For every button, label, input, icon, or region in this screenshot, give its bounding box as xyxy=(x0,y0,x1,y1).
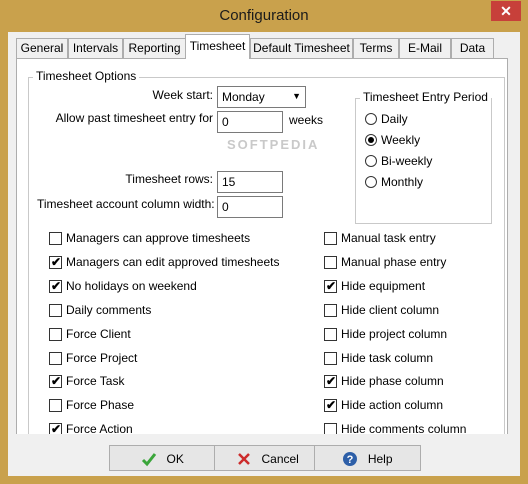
checkbox[interactable] xyxy=(324,327,337,341)
checkbox[interactable]: ✔ xyxy=(324,278,337,293)
checkbox[interactable] xyxy=(49,399,62,413)
check-icon: ✔ xyxy=(326,374,337,389)
radio-label: Weekly xyxy=(381,133,421,147)
ok-label: OK xyxy=(166,451,184,466)
svg-text:?: ? xyxy=(347,454,354,466)
checkbox[interactable]: ✔ xyxy=(49,374,62,389)
radio-label: Daily xyxy=(381,112,408,126)
allow-past-label: Allow past timesheet entry for xyxy=(55,111,213,125)
check-icon: ✔ xyxy=(326,278,337,293)
radio-circle[interactable] xyxy=(365,155,377,167)
checkbox[interactable] xyxy=(49,232,62,245)
chevron-down-icon: ▼ xyxy=(292,91,301,101)
timesheet-panel: Timesheet Options SOFTPEDIA Week start: … xyxy=(16,58,508,452)
checkbox-label: No holidays on weekend xyxy=(66,278,197,293)
checkbox[interactable]: ✔ xyxy=(49,254,62,269)
configuration-window: Configuration ✕ General Intervals Report… xyxy=(0,0,528,484)
radio-circle[interactable] xyxy=(365,134,377,146)
checkbox[interactable] xyxy=(324,255,337,269)
checkbox[interactable] xyxy=(324,351,337,365)
window-title: Configuration xyxy=(219,7,309,24)
tab-general[interactable]: General xyxy=(16,38,68,58)
checkbox-label: Managers can approve timesheets xyxy=(66,231,251,245)
checkbox[interactable] xyxy=(49,327,62,341)
checkbox-label: Force Task xyxy=(66,374,125,389)
allow-past-weeks-input[interactable]: 0 xyxy=(217,111,283,133)
checkmark-icon xyxy=(142,452,157,467)
check-icon: ✔ xyxy=(51,278,62,293)
account-width-label: Timesheet account column width: xyxy=(37,197,215,211)
timesheet-rows-label: Timesheet rows: xyxy=(125,172,213,186)
cancel-label: Cancel xyxy=(261,451,299,466)
radio-label: Bi-weekly xyxy=(381,154,433,168)
checkbox[interactable] xyxy=(324,232,337,245)
dialog-client: General Intervals Reporting Timesheet De… xyxy=(8,32,520,476)
checkbox[interactable]: ✔ xyxy=(324,398,337,413)
radio-label: Monthly xyxy=(381,175,424,189)
checkbox-label: Manual phase entry xyxy=(341,254,447,269)
checkbox-label: Hide equipment xyxy=(341,278,426,293)
checkbox-label: Force Phase xyxy=(66,398,135,413)
checkbox-label: Hide client column xyxy=(341,302,440,317)
checkbox[interactable]: ✔ xyxy=(324,374,337,389)
check-icon: ✔ xyxy=(326,398,337,413)
radio-circle[interactable] xyxy=(365,176,377,188)
close-button[interactable]: ✕ xyxy=(491,1,521,21)
checkbox-label: Hide action column xyxy=(341,398,444,413)
week-start-select[interactable]: Monday ▼ xyxy=(217,86,306,108)
checkbox-label: Force Project xyxy=(66,350,138,365)
checkbox-label: Hide project column xyxy=(341,326,448,341)
tab-terms[interactable]: Terms xyxy=(353,38,399,58)
ok-button[interactable]: OK xyxy=(109,445,216,471)
checkbox-label: Manual task entry xyxy=(341,231,436,245)
checkbox[interactable] xyxy=(49,351,62,365)
checkbox-label: Force Client xyxy=(66,326,131,341)
checkbox-label: Daily comments xyxy=(66,302,152,317)
tab-reporting[interactable]: Reporting xyxy=(123,38,186,58)
weeks-label: weeks xyxy=(289,113,324,127)
checkbox[interactable] xyxy=(49,303,62,317)
tab-intervals[interactable]: Intervals xyxy=(68,38,123,58)
checkbox[interactable] xyxy=(324,303,337,317)
x-icon xyxy=(238,452,251,465)
timesheet-rows-input[interactable]: 15 xyxy=(217,171,283,193)
account-width-input[interactable]: 0 xyxy=(217,196,283,218)
button-bar: OK Cancel ? Help xyxy=(8,434,520,476)
checkbox[interactable]: ✔ xyxy=(49,278,62,293)
tab-default-timesheet[interactable]: Default Timesheet xyxy=(250,38,353,58)
tab-timesheet[interactable]: Timesheet xyxy=(185,34,250,59)
help-button[interactable]: ? Help xyxy=(314,445,421,471)
help-icon: ? xyxy=(343,451,358,466)
checkbox-label: Managers can edit approved timesheets xyxy=(66,254,280,269)
week-start-value: Monday xyxy=(222,90,265,104)
tab-strip: General Intervals Reporting Timesheet De… xyxy=(8,32,520,60)
tab-email[interactable]: E-Mail xyxy=(399,38,451,58)
checkbox-label: Hide task column xyxy=(341,350,434,365)
watermark-text: SOFTPEDIA xyxy=(227,137,320,152)
tab-data[interactable]: Data xyxy=(451,38,494,58)
entry-period-title: Timesheet Entry Period xyxy=(360,90,491,104)
title-bar[interactable]: Configuration ✕ xyxy=(0,0,528,32)
week-start-label: Week start: xyxy=(152,88,213,102)
check-icon: ✔ xyxy=(51,254,62,269)
timesheet-options-title: Timesheet Options xyxy=(33,69,140,83)
radio-circle[interactable] xyxy=(365,113,377,125)
cancel-button[interactable]: Cancel xyxy=(214,445,321,471)
checkbox-label: Hide phase column xyxy=(341,374,444,389)
help-label: Help xyxy=(367,451,393,466)
check-icon: ✔ xyxy=(51,374,62,389)
